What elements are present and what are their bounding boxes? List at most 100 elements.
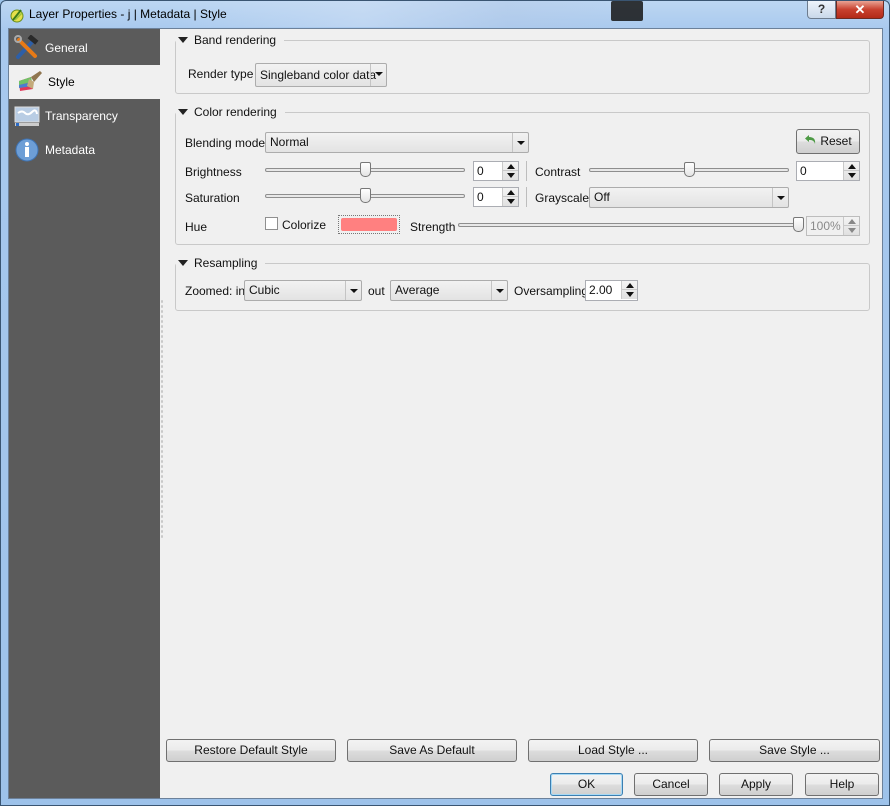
- resampling-group: Resampling Zoomed: in Cubic out Average …: [175, 256, 870, 311]
- blending-mode-combo[interactable]: Normal: [265, 132, 529, 153]
- group-title: Resampling: [194, 256, 258, 270]
- restore-default-style-button[interactable]: Restore Default Style: [166, 739, 336, 762]
- zoomed-out-combo[interactable]: Average: [390, 280, 508, 301]
- spin-buttons[interactable]: [502, 188, 518, 206]
- sidebar-item-transparency[interactable]: Transparency: [9, 99, 160, 133]
- strength-label: Strength: [410, 220, 456, 234]
- chevron-down-icon: [370, 64, 386, 86]
- blending-mode-label: Blending mode: [185, 136, 266, 150]
- strength-slider[interactable]: [458, 217, 804, 233]
- group-title: Color rendering: [194, 105, 277, 119]
- collapse-triangle-icon[interactable]: [178, 260, 188, 266]
- slider-handle[interactable]: [360, 188, 371, 203]
- band-rendering-group: Band rendering Render type Singleband co…: [175, 33, 870, 94]
- divider: [503, 170, 518, 171]
- cancel-button[interactable]: Cancel: [634, 773, 708, 796]
- background-blur: [171, 1, 651, 27]
- help-button[interactable]: Help: [805, 773, 879, 796]
- chevron-down-icon: [772, 188, 788, 207]
- collapse-triangle-icon[interactable]: [178, 109, 188, 115]
- blending-mode-value: Normal: [270, 135, 309, 149]
- hue-label: Hue: [185, 220, 208, 234]
- brightness-label: Brightness: [185, 165, 242, 179]
- background-blur: [611, 1, 643, 21]
- chevron-down-icon: [345, 281, 361, 300]
- resampling-header[interactable]: Resampling: [176, 256, 266, 270]
- zoomed-out-label: out: [368, 284, 385, 298]
- spin-buttons[interactable]: [502, 162, 518, 180]
- save-as-default-button[interactable]: Save As Default: [347, 739, 517, 762]
- contrast-spinbox[interactable]: 0: [796, 161, 860, 181]
- qgis-app-icon: [9, 7, 25, 23]
- transparency-map-icon: [14, 103, 40, 129]
- hammer-wrench-icon: [14, 35, 40, 61]
- sidebar-item-label: Transparency: [45, 109, 118, 123]
- chevron-down-icon: [512, 133, 528, 152]
- brightness-spinbox[interactable]: 0: [473, 161, 519, 181]
- slider-handle[interactable]: [793, 217, 804, 232]
- sidebar-item-general[interactable]: General: [9, 31, 160, 65]
- collapse-triangle-icon[interactable]: [178, 37, 188, 43]
- divider: [844, 170, 859, 171]
- contrast-value: 0: [800, 164, 807, 178]
- paintbrush-icon: [17, 69, 43, 95]
- color-rendering-header[interactable]: Color rendering: [176, 105, 285, 119]
- brightness-value: 0: [477, 164, 484, 178]
- colorize-checkbox[interactable]: [265, 217, 278, 230]
- sidebar-item-label: Metadata: [45, 143, 96, 157]
- vertical-separator: [526, 161, 527, 181]
- contrast-label: Contrast: [535, 165, 581, 179]
- grayscale-combo[interactable]: Off: [589, 187, 789, 208]
- oversampling-value: 2.00: [589, 283, 613, 297]
- saturation-slider[interactable]: [265, 188, 465, 204]
- apply-button[interactable]: Apply: [719, 773, 793, 796]
- splitter-handle[interactable]: [160, 299, 164, 539]
- layer-properties-window: Layer Properties - j | Metadata | Style …: [0, 0, 890, 806]
- close-caption-button[interactable]: ✕: [836, 1, 884, 19]
- oversampling-spinbox[interactable]: 2.00: [585, 280, 638, 301]
- grayscale-value: Off: [594, 190, 610, 204]
- vertical-separator: [526, 187, 527, 207]
- spin-buttons[interactable]: [843, 162, 859, 180]
- title-bar[interactable]: Layer Properties - j | Metadata | Style …: [1, 1, 889, 29]
- spin-buttons[interactable]: [843, 217, 859, 235]
- zoomed-in-label: Zoomed: in: [185, 284, 246, 298]
- strength-spinbox[interactable]: 100%: [806, 216, 860, 236]
- colorize-label[interactable]: Colorize: [282, 218, 326, 232]
- save-style-button[interactable]: Save Style ...: [709, 739, 880, 762]
- slider-handle[interactable]: [360, 162, 371, 177]
- undo-arrow-icon: [804, 130, 817, 153]
- render-type-combo[interactable]: Singleband color data: [255, 63, 387, 87]
- sidebar-item-label: Style: [48, 75, 75, 89]
- group-title: Band rendering: [194, 33, 277, 47]
- sidebar-item-metadata[interactable]: Metadata: [9, 133, 160, 167]
- color-swatch: [341, 218, 397, 231]
- saturation-spinbox[interactable]: 0: [473, 187, 519, 207]
- zoomed-out-value: Average: [395, 283, 440, 297]
- divider: [844, 225, 859, 226]
- saturation-label: Saturation: [185, 191, 240, 205]
- colorize-color-button[interactable]: [338, 215, 400, 234]
- help-caption-button[interactable]: ?: [807, 1, 836, 19]
- band-rendering-header[interactable]: Band rendering: [176, 33, 285, 47]
- ok-button[interactable]: OK: [550, 773, 623, 796]
- divider: [503, 196, 518, 197]
- sidebar-item-style[interactable]: Style: [9, 65, 160, 99]
- oversampling-label: Oversampling: [514, 284, 589, 298]
- render-type-value: Singleband color data: [260, 68, 377, 82]
- spin-buttons[interactable]: [621, 281, 637, 299]
- zoomed-in-value: Cubic: [249, 283, 280, 297]
- sidebar: General Style Transparency Metadata: [9, 29, 160, 798]
- zoomed-in-combo[interactable]: Cubic: [244, 280, 362, 301]
- color-rendering-group: Color rendering Blending mode Normal Res…: [175, 105, 870, 245]
- dialog-client-area: General Style Transparency Metadata Band…: [8, 28, 883, 799]
- saturation-value: 0: [477, 190, 484, 204]
- reset-button[interactable]: Reset: [796, 129, 860, 154]
- render-type-label: Render type: [188, 67, 254, 81]
- load-style-button[interactable]: Load Style ...: [528, 739, 698, 762]
- contrast-slider[interactable]: [589, 162, 789, 178]
- brightness-slider[interactable]: [265, 162, 465, 178]
- slider-handle[interactable]: [684, 162, 695, 177]
- chevron-down-icon: [491, 281, 507, 300]
- divider: [622, 289, 637, 290]
